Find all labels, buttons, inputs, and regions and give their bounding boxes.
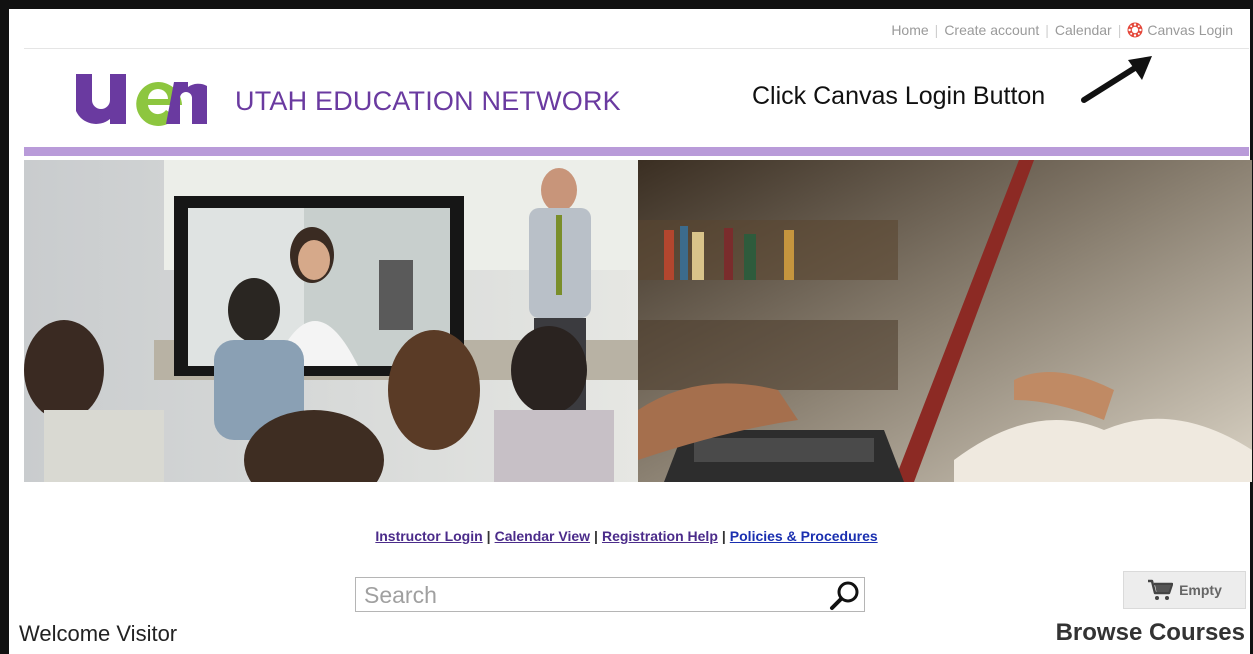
nav-separator: | [1117, 22, 1122, 38]
calendar-view-link[interactable]: Calendar View [495, 528, 590, 544]
shopping-cart-button[interactable]: Empty [1123, 571, 1246, 609]
browse-courses-heading: Browse Courses [1055, 619, 1245, 646]
link-separator: | [594, 528, 598, 544]
organization-name: UTAH EDUCATION NETWORK [235, 86, 621, 116]
canvas-login-link[interactable]: Canvas Login [1127, 22, 1233, 38]
canvas-logo-icon [1127, 22, 1143, 38]
header-accent-bar [24, 147, 1249, 156]
top-navigation: Home | Create account | Calendar | Canva… [891, 22, 1233, 38]
uen-logo[interactable] [70, 66, 215, 131]
shopping-cart-icon [1148, 579, 1174, 600]
instructor-login-link[interactable]: Instructor Login [375, 528, 482, 544]
registration-help-link[interactable]: Registration Help [602, 528, 718, 544]
nav-separator: | [934, 22, 939, 38]
nav-create-account-link[interactable]: Create account [944, 22, 1039, 38]
canvas-login-label: Canvas Login [1147, 22, 1233, 38]
nav-calendar-link[interactable]: Calendar [1055, 22, 1112, 38]
policies-procedures-link[interactable]: Policies & Procedures [730, 528, 878, 544]
quick-links: Instructor Login | Calendar View | Registrat… [0, 528, 1253, 544]
hero-illustration [24, 160, 1252, 482]
uen-logo-mark [76, 74, 207, 126]
search-box [355, 577, 865, 612]
instruction-annotation: Click Canvas Login Button [752, 82, 1046, 110]
search-icon[interactable] [828, 579, 862, 611]
welcome-message: Welcome Visitor [19, 621, 178, 646]
cart-status-label: Empty [1179, 582, 1222, 598]
top-divider [24, 48, 1249, 49]
link-separator: | [486, 528, 491, 544]
hero-banner-image [24, 160, 1252, 482]
nav-home-link[interactable]: Home [891, 22, 928, 38]
search-input[interactable] [364, 581, 804, 609]
link-separator: | [721, 528, 726, 544]
arrow-icon [1081, 56, 1152, 103]
nav-separator: | [1045, 22, 1049, 38]
